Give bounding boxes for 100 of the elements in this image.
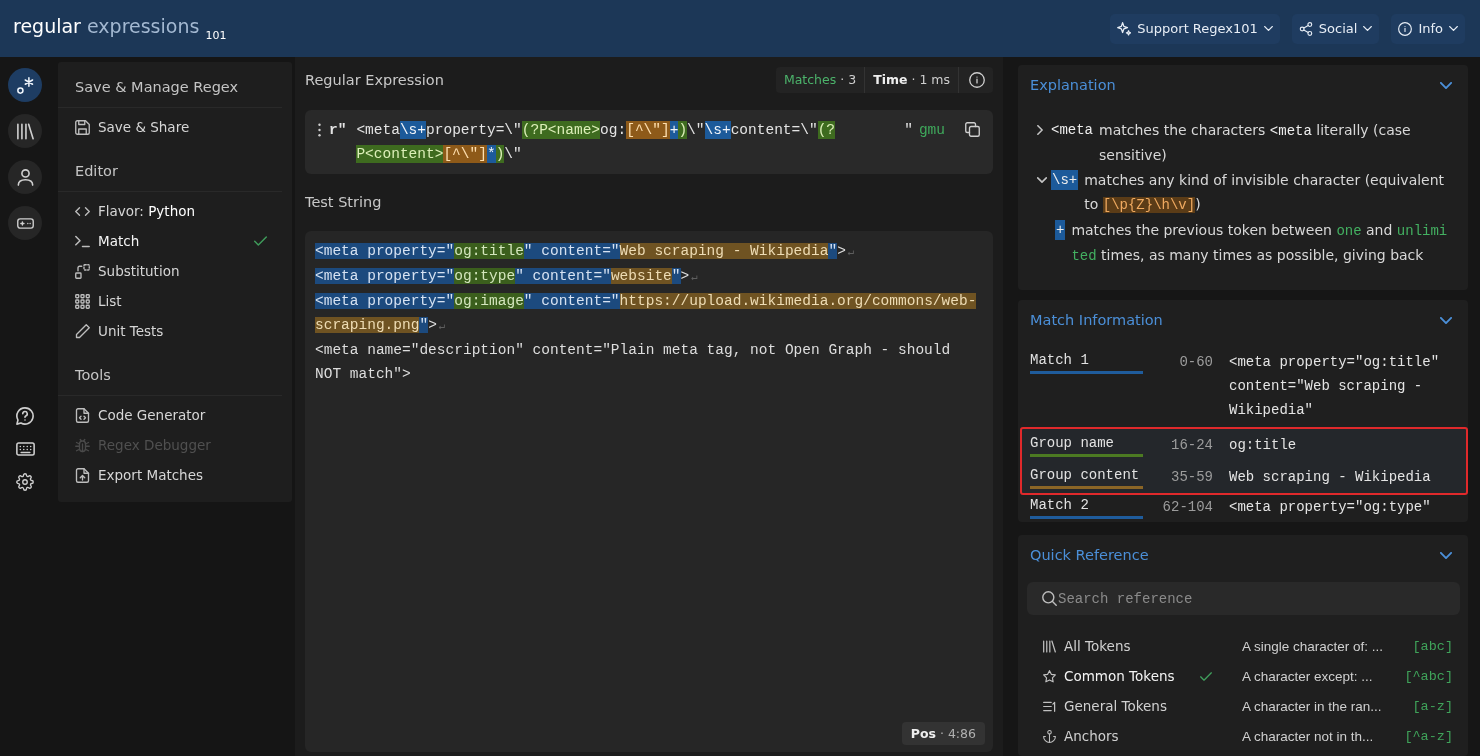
chevron-right-icon[interactable] (1037, 125, 1043, 135)
chevron-down-icon[interactable] (1440, 551, 1452, 559)
header-menu-button[interactable]: Info (1391, 13, 1465, 44)
match-count: Matches · 3 (775, 67, 866, 93)
caret-icon (1363, 26, 1373, 31)
chevron-down-icon[interactable] (1440, 316, 1452, 324)
section-label: Regular Expression (305, 72, 444, 88)
info-icon (1398, 21, 1413, 36)
token-explanation: matches the previous token between one and unlimited times, as many times as possible, giving back (1071, 221, 1449, 266)
category-item[interactable]: Anchors (1018, 721, 1232, 751)
token-syntax: [^abc] (1404, 668, 1453, 684)
user-icon (16, 168, 34, 186)
token-syntax: [a-z] (1412, 698, 1453, 714)
test-string-field[interactable] (305, 231, 993, 752)
chevron-down-icon[interactable] (1037, 177, 1047, 183)
section-label: Test String (305, 193, 382, 210)
anchor-icon (1043, 729, 1056, 743)
search-icon (1042, 591, 1057, 606)
regex-flags[interactable]: gmu (918, 118, 945, 142)
books-icon (1043, 639, 1056, 653)
save-icon (75, 119, 90, 135)
header-menu-button[interactable]: Social (1291, 13, 1380, 44)
category-item[interactable]: General Tokens (1018, 691, 1232, 721)
token-syntax: [^a-z] (1404, 728, 1453, 744)
match-value: og:title (1229, 436, 1298, 455)
test-string-line: <meta property="og:type" content="website">↵ (315, 267, 699, 286)
sidebar-heading: Tools (58, 354, 282, 396)
rail-button[interactable] (8, 114, 42, 148)
match-value: <meta property="og:title" content="Web scraping - Wikipedia" (1229, 353, 1441, 420)
section-title[interactable]: Explanation (1030, 77, 1116, 93)
check-icon (254, 236, 267, 246)
chevron-down-icon[interactable] (1440, 81, 1452, 89)
header-menu-button[interactable]: Support Regex101 (1110, 13, 1280, 44)
star-icon (1043, 669, 1056, 683)
sidebar-item[interactable]: Unit Tests (58, 316, 292, 346)
sidebar-heading: Editor (58, 150, 282, 192)
category-item[interactable]: All Tokens (1018, 631, 1232, 661)
share-icon (1298, 21, 1313, 36)
token-explanation: matches any kind of invisible character (equivalent to [\p{Z}\h\v]) (1084, 171, 1446, 215)
help-chat-icon[interactable] (16, 407, 34, 425)
match-info-label: Match 1 (1030, 350, 1143, 374)
settings-icon[interactable] (16, 473, 34, 491)
regex-delimiter[interactable]: r" (329, 118, 347, 142)
file-upload-icon (75, 467, 90, 483)
match-value: Web scraping - Wikipedia (1229, 468, 1432, 487)
regex-token: + (1055, 220, 1066, 240)
match-value: <meta property="og:type" (1229, 498, 1432, 517)
token-explanation: matches the characters <meta literally (case sensitive) (1099, 121, 1412, 165)
regex-input[interactable]: <meta\s+property=\"(?P<name>og:[^\"]+)\"\s+content=\"(?P<content>[^\"]*)\" (356, 118, 838, 166)
cursor-position: Pos · 4:86 (901, 722, 985, 745)
caret-icon (1263, 26, 1273, 31)
more-icon[interactable] (318, 123, 321, 137)
token-description: A character except: ... (1242, 668, 1373, 684)
execution-time: Time · 1 ms (865, 67, 959, 93)
sidebar-item[interactable]: Flavor: Python (58, 196, 292, 226)
sidebar-item[interactable]: Export Matches (58, 460, 292, 490)
match-range: 62-104 (1161, 498, 1213, 517)
info-icon[interactable] (969, 72, 985, 88)
category-item[interactable]: Common Tokens (1018, 661, 1232, 691)
terminal-icon (75, 233, 90, 249)
match-range: 0-60 (1178, 353, 1213, 372)
check-icon (1200, 671, 1212, 681)
regex-delimiter: " (904, 121, 913, 140)
test-string-line: <meta name="description" content="Plain meta tag, not Open Graph - should NOT match"> (315, 341, 952, 384)
token-syntax: [abc] (1412, 638, 1453, 654)
sparkle-icon (1117, 21, 1132, 36)
rail-button[interactable] (8, 160, 42, 194)
token-description: A single character of: ... (1242, 638, 1384, 654)
rail-button[interactable] (8, 206, 42, 240)
search-field[interactable]: Search reference (1027, 582, 1460, 615)
sidebar-item[interactable]: Save & Share (58, 112, 292, 142)
match-info-label: Group content (1030, 465, 1143, 489)
match-info-label: Match 2 (1030, 495, 1143, 519)
sidebar-item[interactable]: List (58, 286, 292, 316)
sidebar-heading: Save & Manage Regex (58, 66, 282, 108)
bug-icon (75, 437, 90, 453)
caret-icon (1449, 26, 1458, 31)
dot-asterisk-icon (16, 76, 34, 94)
pencil-icon (75, 323, 90, 339)
section-title[interactable]: Quick Reference (1030, 547, 1149, 563)
dashed-squares-icon (75, 263, 90, 279)
match-range: 16-24 (1170, 436, 1213, 455)
section-title[interactable]: Match Information (1030, 312, 1163, 328)
token-description: A character not in th... (1242, 728, 1374, 744)
grid-icon (75, 293, 90, 309)
match-info-label: Group name (1030, 433, 1143, 457)
regex-token: \s+ (1051, 170, 1079, 190)
regex-token: <meta (1051, 121, 1093, 140)
sidebar-item[interactable]: Code Generator (58, 400, 292, 430)
keyboard-icon[interactable] (15, 442, 35, 456)
sidebar-item[interactable]: Match (58, 226, 292, 256)
app-logo: regular expressions $_{101}$ (13, 15, 227, 42)
books-icon (16, 122, 34, 140)
sidebar-item[interactable]: Substitution (58, 256, 292, 286)
lines-icon (1043, 699, 1056, 713)
copy-icon[interactable] (965, 122, 980, 137)
rail-button[interactable] (8, 68, 42, 102)
file-code-icon (75, 407, 90, 423)
token-description: A character in the ran... (1242, 698, 1382, 714)
match-range: 35-59 (1170, 468, 1213, 487)
